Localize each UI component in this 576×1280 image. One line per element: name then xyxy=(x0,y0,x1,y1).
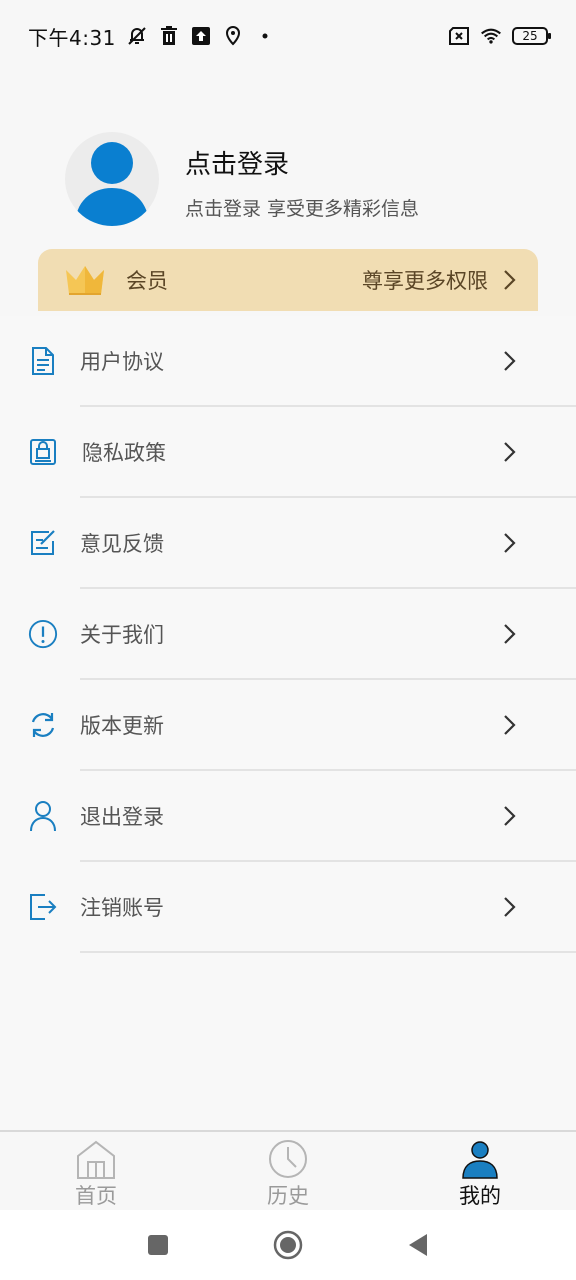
crown-icon xyxy=(64,262,106,298)
tab-history[interactable]: 历史 xyxy=(192,1132,384,1210)
system-nav-bar xyxy=(0,1210,576,1280)
vip-tagline: 尊享更多权限 xyxy=(362,269,488,293)
vip-label: 会员 xyxy=(126,269,168,293)
vip-card[interactable]: 会员 尊享更多权限 xyxy=(38,249,538,311)
menu-item-user-agreement[interactable]: 用户协议 xyxy=(0,316,576,407)
status-time: 下午4:31 xyxy=(28,25,116,50)
sim-x-icon xyxy=(448,25,470,47)
chevron-right-icon xyxy=(502,440,518,464)
menu-label: 退出登录 xyxy=(80,805,164,829)
chevron-right-icon xyxy=(502,622,518,646)
menu-item-version-update[interactable]: 版本更新 xyxy=(0,680,576,771)
profile-icon xyxy=(458,1138,502,1180)
chevron-right-icon xyxy=(502,895,518,919)
trash-icon xyxy=(158,25,180,47)
chevron-right-icon xyxy=(502,269,518,291)
status-bar: 下午4:31 25 xyxy=(0,0,576,72)
chevron-right-icon xyxy=(502,349,518,373)
home-button[interactable] xyxy=(273,1230,303,1260)
menu-label: 用户协议 xyxy=(80,350,164,374)
home-icon xyxy=(74,1138,118,1180)
info-circle-icon xyxy=(28,618,58,650)
logout-icon xyxy=(28,891,58,923)
user-avatar-icon[interactable] xyxy=(65,132,159,226)
tab-label: 首页 xyxy=(75,1184,117,1208)
edit-note-icon xyxy=(28,527,58,559)
menu-item-delete-account[interactable]: 注销账号 xyxy=(0,862,576,953)
upload-icon xyxy=(190,25,212,47)
mute-bell-icon xyxy=(126,25,148,47)
chevron-right-icon xyxy=(502,531,518,555)
dot-icon xyxy=(254,25,276,47)
battery-icon: 25 xyxy=(512,27,551,45)
login-subtitle: 点击登录 享受更多精彩信息 xyxy=(185,198,420,220)
menu-item-privacy-policy[interactable]: 隐私政策 xyxy=(0,407,576,498)
divider xyxy=(80,951,576,953)
lock-document-icon xyxy=(28,436,58,468)
location-icon xyxy=(222,25,244,47)
status-left: 下午4:31 xyxy=(28,22,276,51)
tab-label: 历史 xyxy=(267,1184,309,1208)
chevron-right-icon xyxy=(502,804,518,828)
profile-header[interactable]: 点击登录 点击登录 享受更多精彩信息 会员 尊享更多权限 xyxy=(0,72,576,316)
menu-item-logout[interactable]: 退出登录 xyxy=(0,771,576,862)
status-right: 25 xyxy=(448,25,551,47)
menu-item-feedback[interactable]: 意见反馈 xyxy=(0,498,576,589)
menu-label: 意见反馈 xyxy=(80,532,164,556)
tab-label: 我的 xyxy=(459,1184,501,1208)
tab-home[interactable]: 首页 xyxy=(0,1132,192,1210)
menu-label: 注销账号 xyxy=(80,896,164,920)
login-title[interactable]: 点击登录 xyxy=(185,144,289,181)
menu-label: 关于我们 xyxy=(80,623,164,647)
document-icon xyxy=(28,345,58,377)
chevron-right-icon xyxy=(502,713,518,737)
back-button[interactable] xyxy=(403,1230,433,1260)
menu-label: 隐私政策 xyxy=(82,441,166,465)
refresh-icon xyxy=(28,709,58,741)
bottom-tab-bar: 首页 历史 我的 xyxy=(0,1130,576,1210)
clock-icon xyxy=(266,1138,310,1180)
tab-mine[interactable]: 我的 xyxy=(384,1132,576,1210)
wifi-icon xyxy=(480,25,502,47)
person-icon xyxy=(28,800,58,832)
menu-label: 版本更新 xyxy=(80,714,164,738)
menu-item-about-us[interactable]: 关于我们 xyxy=(0,589,576,680)
recents-button[interactable] xyxy=(143,1230,173,1260)
settings-menu: 用户协议 隐私政策 意见反馈 关于我们 版本更新 退出登录 注销账号 xyxy=(0,316,576,1130)
